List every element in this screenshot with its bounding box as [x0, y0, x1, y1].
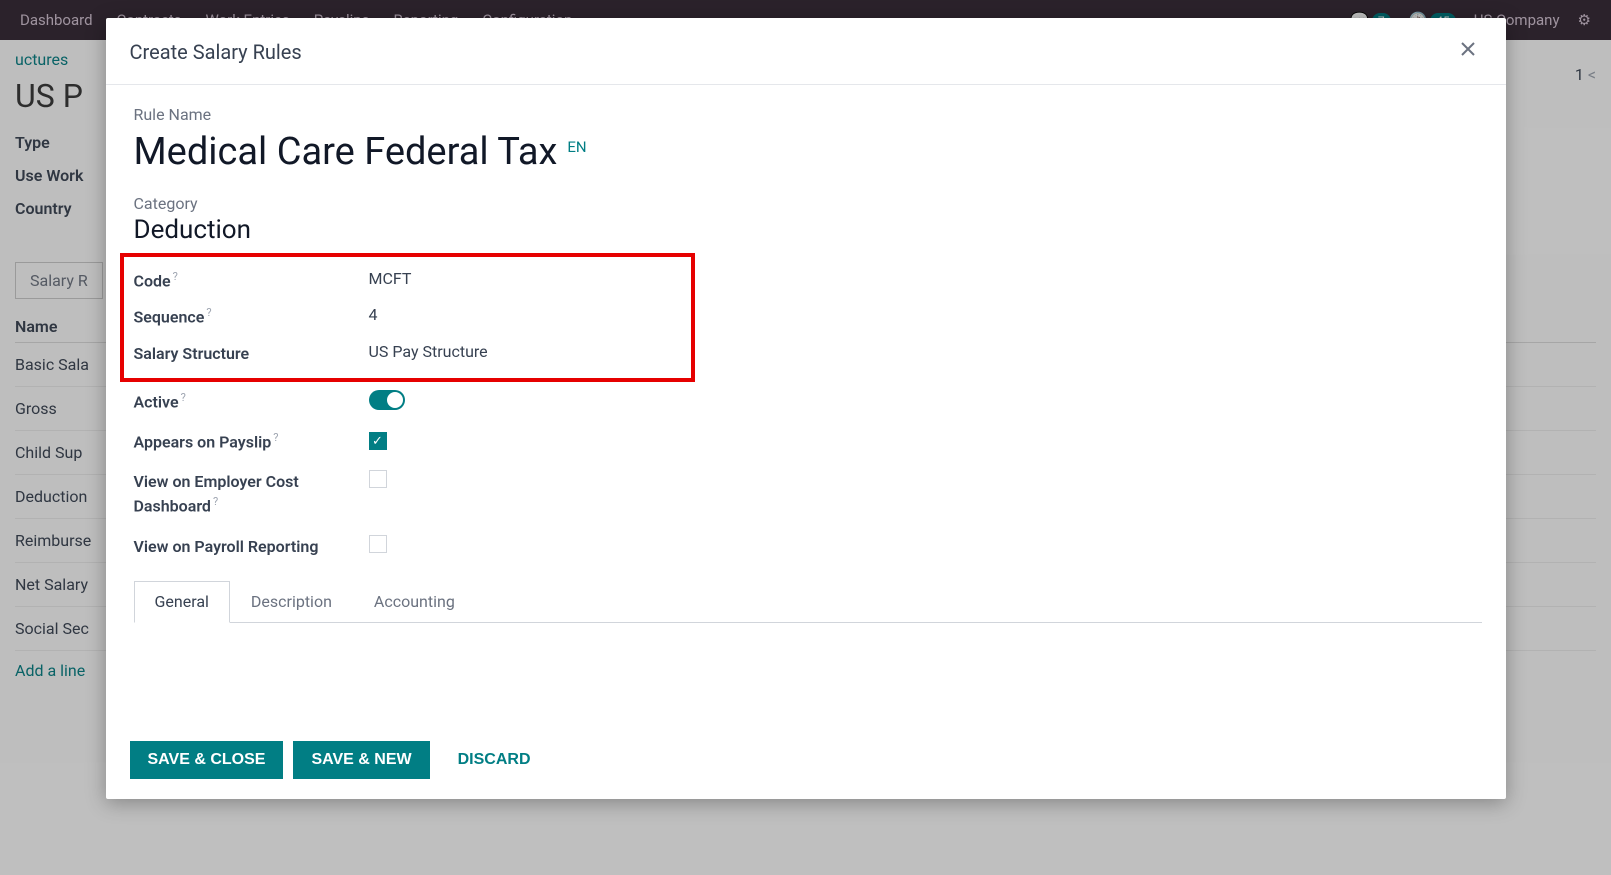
tab-general[interactable]: General	[134, 581, 230, 623]
category-input[interactable]: Deduction	[134, 215, 1482, 245]
tab-description[interactable]: Description	[230, 581, 353, 622]
sequence-label: Sequence?	[134, 305, 369, 329]
payroll-reporting-checkbox[interactable]	[369, 535, 387, 553]
code-input[interactable]: MCFT	[369, 269, 412, 288]
active-label: Active?	[134, 390, 369, 414]
modal-footer: SAVE & CLOSE SAVE & NEW DISCARD	[106, 725, 1506, 799]
save-close-button[interactable]: SAVE & CLOSE	[130, 741, 284, 779]
help-icon[interactable]: ?	[173, 270, 178, 283]
appears-on-payslip-label: Appears on Payslip?	[134, 430, 369, 454]
tab-accounting[interactable]: Accounting	[353, 581, 476, 622]
employer-cost-label: View on Employer Cost Dashboard?	[134, 470, 369, 518]
save-new-button[interactable]: SAVE & NEW	[293, 741, 429, 779]
modal-body: Rule Name Medical Care Federal Tax EN Ca…	[106, 85, 1506, 725]
close-button[interactable]	[1454, 34, 1482, 70]
close-icon	[1458, 39, 1478, 59]
help-icon[interactable]: ?	[213, 495, 218, 508]
modal-overlay: Create Salary Rules Rule Name Medical Ca…	[0, 0, 1611, 875]
detail-tabs: General Description Accounting	[134, 581, 1482, 623]
help-icon[interactable]: ?	[273, 431, 278, 444]
payroll-reporting-label: View on Payroll Reporting	[134, 535, 369, 559]
rule-name-input[interactable]: Medical Care Federal Tax	[134, 130, 558, 174]
active-toggle[interactable]	[369, 390, 405, 410]
code-label: Code?	[134, 269, 369, 293]
modal-header: Create Salary Rules	[106, 18, 1506, 85]
sequence-input[interactable]: 4	[369, 305, 378, 324]
modal-title: Create Salary Rules	[130, 40, 302, 64]
help-icon[interactable]: ?	[181, 391, 186, 404]
discard-button[interactable]: DISCARD	[440, 741, 549, 779]
salary-structure-label: Salary Structure	[134, 342, 369, 366]
help-icon[interactable]: ?	[206, 306, 211, 319]
language-badge[interactable]: EN	[567, 138, 586, 156]
employer-cost-checkbox[interactable]	[369, 470, 387, 488]
highlight-annotation: Code? MCFT Sequence? 4 Salary Structure …	[120, 253, 695, 382]
category-label: Category	[134, 194, 1482, 213]
create-salary-rule-modal: Create Salary Rules Rule Name Medical Ca…	[106, 18, 1506, 799]
rule-name-label: Rule Name	[134, 105, 1482, 124]
salary-structure-input[interactable]: US Pay Structure	[369, 342, 488, 361]
appears-on-payslip-checkbox[interactable]: ✓	[369, 432, 387, 450]
